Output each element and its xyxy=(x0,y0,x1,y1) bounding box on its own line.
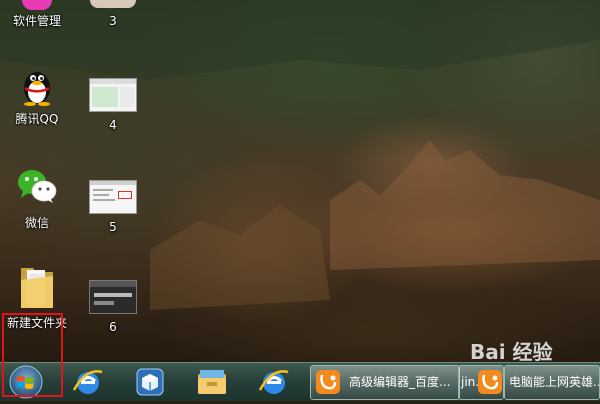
taskbar-ie-button[interactable] xyxy=(68,366,108,398)
thumbnail-label: 3 xyxy=(109,14,117,28)
desktop-thumbnail-3[interactable]: 3 xyxy=(78,0,148,28)
file-explorer-icon xyxy=(198,370,226,394)
watermark-text: Bai 经验 xyxy=(470,340,553,364)
desktop-thumbnail-4[interactable]: 4 xyxy=(78,78,148,132)
taskbar-explorer-button[interactable] xyxy=(192,366,232,398)
desktop-thumbnail-5[interactable]: 5 xyxy=(78,180,148,234)
desktop-icon-label: 腾讯QQ xyxy=(15,112,59,126)
desktop-icon-label: 软件管理 xyxy=(12,14,61,28)
ie-icon xyxy=(258,370,289,394)
thumbnail-image xyxy=(89,280,137,314)
thumbnail-label: 6 xyxy=(109,320,117,334)
thumbnail-image xyxy=(89,180,137,214)
desktop-icon-wechat[interactable]: 微信 xyxy=(2,168,72,230)
task-label: 高级编辑器_百度... xyxy=(349,375,451,389)
taskbar-task-jin[interactable]: jin... xyxy=(458,365,504,400)
uc-browser-icon xyxy=(316,370,340,394)
qq-penguin-icon xyxy=(24,72,50,106)
desktop-icon-software-manager[interactable]: 软件管理 xyxy=(2,0,72,28)
taskbar-task-network[interactable]: 电脑能上网英雄... xyxy=(504,365,600,400)
baidu-jingyan-watermark: Bai 经验 xyxy=(470,336,553,365)
taskbar-package-button[interactable] xyxy=(130,366,170,398)
thumbnail-label: 4 xyxy=(109,118,117,132)
highlight-box xyxy=(2,313,63,397)
desktop-icon-qq[interactable]: 腾讯QQ xyxy=(2,64,72,126)
desktop-thumbnail-6[interactable]: 6 xyxy=(78,280,148,334)
package-icon xyxy=(136,368,164,396)
desktop-icon-label: 微信 xyxy=(24,216,49,230)
folder-icon xyxy=(21,268,53,308)
wechat-icon xyxy=(18,170,57,203)
uc-browser-icon xyxy=(478,370,502,394)
taskbar-ie-button-2[interactable] xyxy=(254,366,294,398)
thumbnail-label: 5 xyxy=(109,220,117,234)
ie-icon xyxy=(72,370,103,394)
task-label: 电脑能上网英雄... xyxy=(509,375,600,389)
taskbar: 高级编辑器_百度... jin... 电脑能上网英雄... xyxy=(0,362,600,401)
software-manager-icon xyxy=(22,0,52,10)
thumbnail-image xyxy=(90,0,136,8)
thumbnail-image xyxy=(89,78,137,112)
taskbar-task-editor[interactable]: 高级编辑器_百度... xyxy=(310,365,460,400)
